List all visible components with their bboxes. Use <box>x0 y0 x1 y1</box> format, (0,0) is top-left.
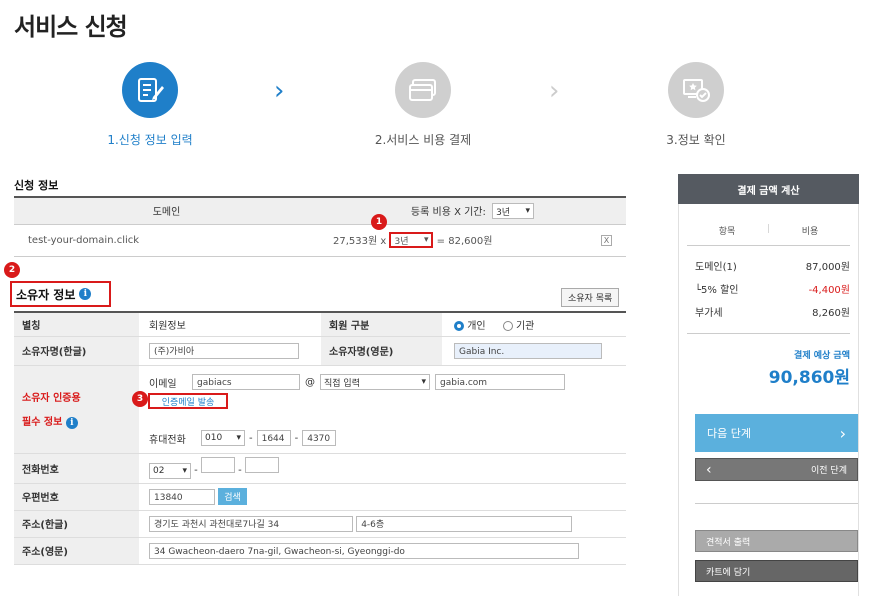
member-type-label: 회원 구분 <box>321 312 442 337</box>
quote-print-button[interactable]: 견적서 출력 <box>695 530 858 552</box>
page-title: 서비스 신청 <box>14 13 128 41</box>
col-cost: 비용 <box>801 227 819 237</box>
email-domain-select[interactable]: 직접 입력 ▾ <box>320 374 430 390</box>
total-price: = 82,600원 <box>436 235 493 247</box>
period-select-all[interactable]: 3년 ▾ <box>492 203 535 219</box>
table-row: 전화번호 02 ▾ - - <box>14 453 626 484</box>
chevron-down-icon: ▾ <box>182 466 187 476</box>
col-item: 항목 <box>718 227 736 237</box>
step-2-circle <box>395 62 451 118</box>
email-id-input[interactable]: gabiacs <box>192 374 300 390</box>
table-row: 소유자명(한글) (주)가비아 소유자명(영문) Gabia Inc. <box>14 336 626 366</box>
list-item: └5% 할인 -4,400원 <box>695 285 850 296</box>
auth-mail-button[interactable]: 인증메일 발송 <box>162 395 215 408</box>
addr-en-label: 주소(영문) <box>14 537 139 565</box>
mobile-label: 휴대전화 <box>149 434 186 446</box>
owner-table: 별칭 회원정보 회원 구분 개인 기관 소유자명(한글) (주)가비아 소유자명… <box>14 311 626 565</box>
table-row: test-your-domain.click 27,533원 x 3년 ▾ = 8… <box>14 224 626 257</box>
addr-en-input[interactable]: 34 Gwacheon-daero 7na-gil, Gwacheon-si, … <box>149 542 579 559</box>
divider <box>695 503 858 504</box>
table-row: 우편번호 13840 검색 <box>14 483 626 511</box>
email-at: @ <box>305 376 315 388</box>
list-item: 도메인(1) 87,000원 <box>695 262 850 273</box>
name-en-label: 소유자명(영문) <box>321 336 442 366</box>
table-row: 주소(영문) 34 Gwacheon-daero 7na-gil, Gwache… <box>14 537 626 565</box>
card-payment-icon <box>409 79 436 101</box>
table-row: 주소(한글) 경기도 과천시 과천대로7나길 34 4-6층 <box>14 510 626 538</box>
form-edit-icon <box>138 78 164 102</box>
step-2-label: 2.서비스 비용 결제 <box>374 133 472 147</box>
addr-kr-input-1[interactable]: 경기도 과천시 과천대로7나길 34 <box>149 515 353 532</box>
step-3-label: 3.정보 확인 <box>666 133 726 147</box>
chevron-down-icon: ▾ <box>423 235 429 246</box>
badge-2: 2 <box>4 262 20 278</box>
application-table: 도메인 등록 비용 X 기간: 3년 ▾ test-your-domain.cli… <box>14 196 626 257</box>
remove-domain-button[interactable]: X <box>601 234 612 246</box>
step-1-label: 1.신청 정보 입력 <box>107 133 193 147</box>
table-row: 별칭 회원정보 회원 구분 개인 기관 <box>14 312 626 337</box>
col-domain-header: 도메인 <box>14 197 319 225</box>
zip-search-button[interactable]: 검색 <box>218 488 247 505</box>
zip-input[interactable]: 13840 <box>149 489 215 505</box>
chevron-right-icon: › <box>274 76 285 106</box>
chevron-down-icon: ▾ <box>525 206 531 216</box>
badge-1: 1 <box>371 214 387 230</box>
step-3-circle <box>668 62 724 118</box>
auth-label-black: 필수 정보 <box>22 417 63 428</box>
badge-3: 3 <box>132 391 148 407</box>
radio-individual[interactable]: 개인 <box>454 320 486 332</box>
table-row: 소유자 인증용 필수 정보 i 이메일 gabiacs @ 직접 입력 ▾ gab… <box>14 365 626 454</box>
chevron-down-icon: ▾ <box>421 377 426 387</box>
phone-middle-input[interactable] <box>200 457 235 473</box>
unit-price: 27,533원 x <box>333 235 387 247</box>
email-domain-input[interactable]: gabia.com <box>435 374 565 390</box>
phone-label: 전화번호 <box>14 453 139 484</box>
domain-name: test-your-domain.click <box>14 224 319 257</box>
phone-last-input[interactable] <box>244 457 279 473</box>
owner-section-title: 소유자 정보 <box>16 287 76 302</box>
chevron-left-icon: ‹ <box>706 461 712 478</box>
email-label: 이메일 <box>149 378 177 390</box>
info-icon[interactable]: i <box>65 417 78 429</box>
mobile-middle-input[interactable]: 1644 <box>256 430 291 446</box>
chevron-right-icon: › <box>549 76 560 106</box>
expected-value: 90,860원 <box>768 368 850 388</box>
prev-step-button[interactable]: ‹ 이전 단계 <box>695 458 858 481</box>
next-step-button[interactable]: 다음 단계 › <box>695 414 858 452</box>
addr-kr-input-2[interactable]: 4-6층 <box>356 515 573 532</box>
phone-prefix-select[interactable]: 02 ▾ <box>149 463 191 479</box>
certificate-check-icon <box>683 79 710 102</box>
owner-list-button[interactable]: 소유자 목록 <box>561 288 620 307</box>
auth-label-red: 소유자 인증용 <box>22 393 81 404</box>
name-en-input[interactable]: Gabia Inc. <box>454 342 602 359</box>
expected-label: 결제 예상 금액 <box>794 351 850 361</box>
mobile-prefix-select[interactable]: 010 ▾ <box>201 430 245 446</box>
auth-mail-button-box: 인증메일 발송 <box>148 393 228 409</box>
col-period-header: 등록 비용 X 기간: 3년 ▾ <box>319 197 626 225</box>
addr-kr-label: 주소(한글) <box>14 510 139 538</box>
chevron-right-icon: › <box>839 423 846 443</box>
chevron-down-icon: ▾ <box>236 433 241 443</box>
list-item: 부가세 8,260원 <box>695 308 850 319</box>
application-section-title: 신청 정보 <box>14 179 59 192</box>
sidebar-header: 결제 금액 계산 <box>678 174 859 204</box>
radio-organization[interactable]: 기관 <box>502 320 534 332</box>
zip-label: 우편번호 <box>14 483 139 511</box>
owner-section-title-box: 소유자 정보 i <box>10 281 111 307</box>
name-kr-input[interactable]: (주)가비아 <box>149 342 299 359</box>
alias-label: 별칭 <box>14 312 139 337</box>
add-to-cart-button[interactable]: 카트에 담기 <box>695 560 858 582</box>
info-icon[interactable]: i <box>79 288 92 300</box>
step-1-circle <box>122 62 178 118</box>
period-select-row[interactable]: 3년 ▾ <box>389 232 434 249</box>
alias-value: 회원정보 <box>139 312 321 337</box>
mobile-last-input[interactable]: 4370 <box>302 430 337 446</box>
name-kr-label: 소유자명(한글) <box>14 336 139 366</box>
